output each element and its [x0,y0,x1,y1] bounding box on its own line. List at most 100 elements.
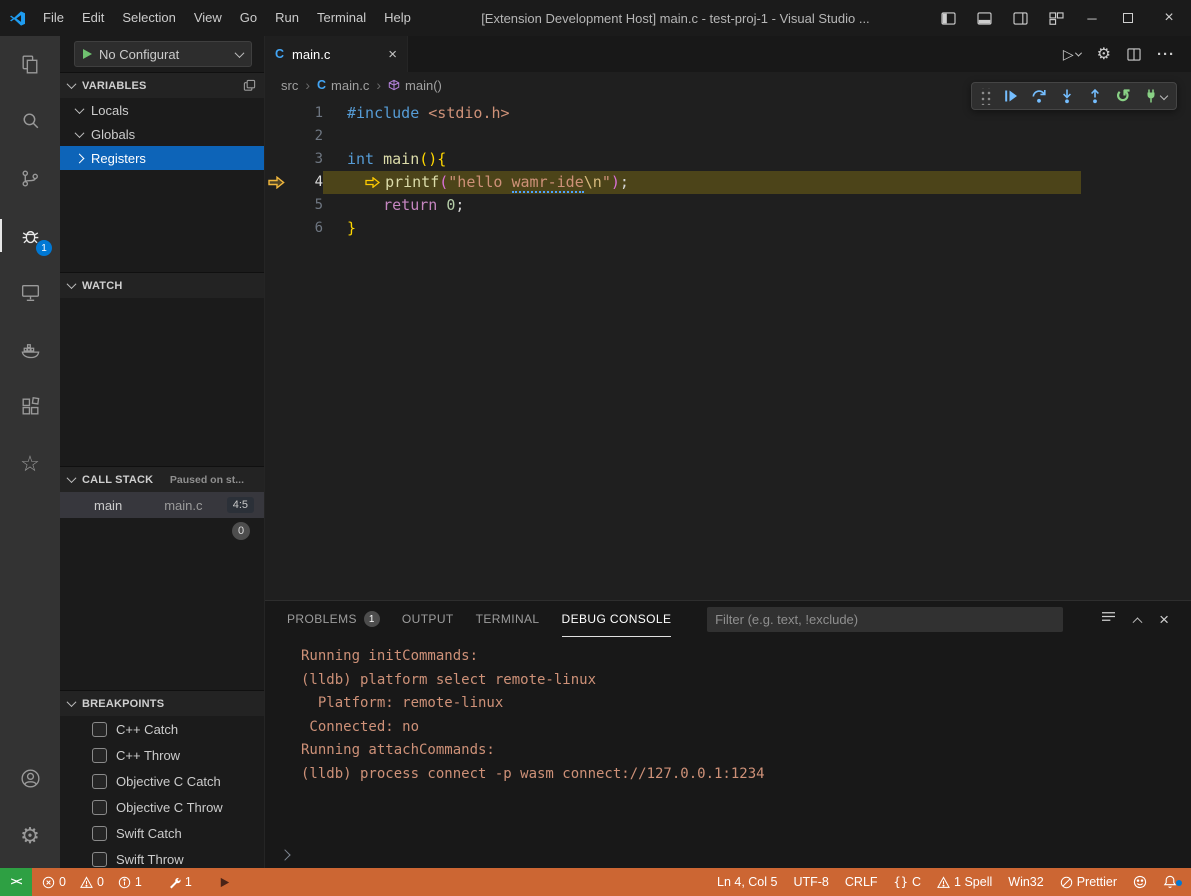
variables-item-registers[interactable]: Registers [60,146,264,170]
tab-main-c[interactable]: C main.c × [265,36,408,72]
configure-gear-icon[interactable]: ⚙ [1097,44,1111,64]
warnings-status[interactable]: 0 [74,875,110,889]
current-line-breakpoint-icon[interactable] [265,171,287,194]
breakpoint-checkbox[interactable] [92,748,107,763]
breadcrumb-symbol[interactable]: main() [388,78,442,93]
split-editor-icon[interactable] [1127,48,1141,61]
tab-label: main.c [292,47,330,62]
debug-config-dropdown[interactable]: No Configurat [74,41,252,67]
breakpoint-row[interactable]: Objective C Catch [60,768,264,794]
breakpoint-row[interactable]: C++ Throw [60,742,264,768]
chevron-down-icon [75,104,85,114]
gutter-glyph-margin[interactable] [265,125,287,148]
settings-gear-icon[interactable]: ⚙ [0,807,60,864]
minimize-button[interactable]: ─ [1075,0,1109,36]
debug-launch-status[interactable] [212,876,237,889]
breakpoint-row[interactable]: Swift Catch [60,820,264,846]
copy-value-icon[interactable] [243,79,256,92]
menu-item[interactable]: Help [375,0,420,36]
close-tab-icon[interactable]: × [388,47,397,62]
watch-section-header[interactable]: WATCH [60,272,264,298]
console-lines-icon[interactable] [1101,610,1116,628]
tab-debug-console[interactable]: DEBUG CONSOLE [562,601,672,637]
breakpoint-checkbox[interactable] [92,774,107,789]
gutter-glyph-margin[interactable] [265,102,287,125]
tab-problems[interactable]: PROBLEMS 1 [287,601,380,637]
menu-item[interactable]: Edit [73,0,113,36]
variables-section-header[interactable]: VARIABLES [60,72,264,98]
line-number: 1 [287,102,323,125]
toggle-secondary-sidebar-icon[interactable] [1003,0,1037,36]
eol-status[interactable]: CRLF [839,875,884,889]
debug-console-output: Running initCommands:(lldb) platform sel… [265,637,1191,842]
breakpoint-row[interactable]: Swift Throw [60,846,264,868]
variables-item-globals[interactable]: Globals [60,122,264,146]
code-editor[interactable]: 1#include <stdio.h>23int main(){4 printf… [265,98,1191,600]
callstack-section-header[interactable]: CALL STACK Paused on st... [60,466,264,492]
warning-icon [80,876,93,889]
toolchain-status[interactable]: 1 [162,875,198,889]
menu-item[interactable]: Terminal [308,0,375,36]
explorer-icon[interactable] [0,36,60,93]
toggle-panel-icon[interactable] [967,0,1001,36]
debug-console-input[interactable] [265,842,1191,868]
menu-item[interactable]: Run [266,0,308,36]
breakpoint-row[interactable]: C++ Catch [60,716,264,742]
breakpoint-checkbox[interactable] [92,852,107,867]
debug-toolbar: ↺ [971,82,1177,110]
menu-item[interactable]: File [34,0,73,36]
maximize-button[interactable] [1111,0,1145,36]
toggle-sidebar-icon[interactable] [931,0,965,36]
maximize-panel-icon[interactable] [1133,617,1143,627]
remote-explorer-icon[interactable] [0,264,60,321]
language-mode[interactable]: {} C [888,875,927,889]
breakpoints-section-header[interactable]: BREAKPOINTS [60,690,264,716]
breakpoint-checkbox[interactable] [92,722,107,737]
cursor-position[interactable]: Ln 4, Col 5 [711,875,783,889]
callstack-frame[interactable]: main main.c 4:5 [60,492,264,518]
favorites-star-icon[interactable]: ☆ [0,435,60,492]
customize-layout-icon[interactable] [1039,0,1073,36]
gutter-glyph-margin[interactable] [265,217,287,240]
console-filter-input[interactable] [707,607,1063,632]
menu-item[interactable]: View [185,0,231,36]
search-icon[interactable] [0,93,60,150]
notifications-bell-icon[interactable] [1157,875,1183,889]
run-or-debug-button[interactable]: ▷ [1063,46,1081,63]
spell-checker-status[interactable]: 1 Spell [931,875,998,889]
gutter-glyph-margin[interactable] [265,148,287,171]
tab-terminal[interactable]: TERMINAL [476,601,540,637]
start-debug-icon[interactable] [83,49,92,59]
tab-output[interactable]: OUTPUT [402,601,454,637]
breadcrumb-folder[interactable]: src [281,78,298,93]
step-over-button[interactable] [1025,84,1053,108]
more-actions-icon[interactable]: ··· [1157,46,1175,63]
breakpoint-row[interactable]: Objective C Throw [60,794,264,820]
breakpoint-checkbox[interactable] [92,826,107,841]
accounts-icon[interactable] [0,750,60,807]
docker-icon[interactable] [0,321,60,378]
run-and-debug-icon[interactable]: 1 [0,207,60,264]
remote-indicator[interactable]: >< [0,868,32,896]
menu-item[interactable]: Go [231,0,266,36]
step-out-button[interactable] [1081,84,1109,108]
platform-status[interactable]: Win32 [1002,875,1049,889]
breadcrumb-file[interactable]: C main.c [317,78,369,93]
close-panel-icon[interactable]: × [1159,611,1169,628]
close-button[interactable]: × [1147,0,1191,36]
step-into-button[interactable] [1053,84,1081,108]
menu-item[interactable]: Selection [113,0,184,36]
gutter-glyph-margin[interactable] [265,194,287,217]
restart-button[interactable]: ↺ [1109,84,1137,108]
errors-status[interactable]: 0 [36,875,72,889]
infos-status[interactable]: 1 [112,875,148,889]
continue-button[interactable] [997,84,1025,108]
extensions-icon[interactable] [0,378,60,435]
formatter-status[interactable]: Prettier [1054,875,1123,889]
source-control-icon[interactable] [0,150,60,207]
breakpoint-checkbox[interactable] [92,800,107,815]
feedback-smiley-icon[interactable] [1127,875,1153,889]
drag-handle-icon[interactable] [979,88,992,105]
variables-item-locals[interactable]: Locals [60,98,264,122]
encoding-status[interactable]: UTF-8 [787,875,834,889]
